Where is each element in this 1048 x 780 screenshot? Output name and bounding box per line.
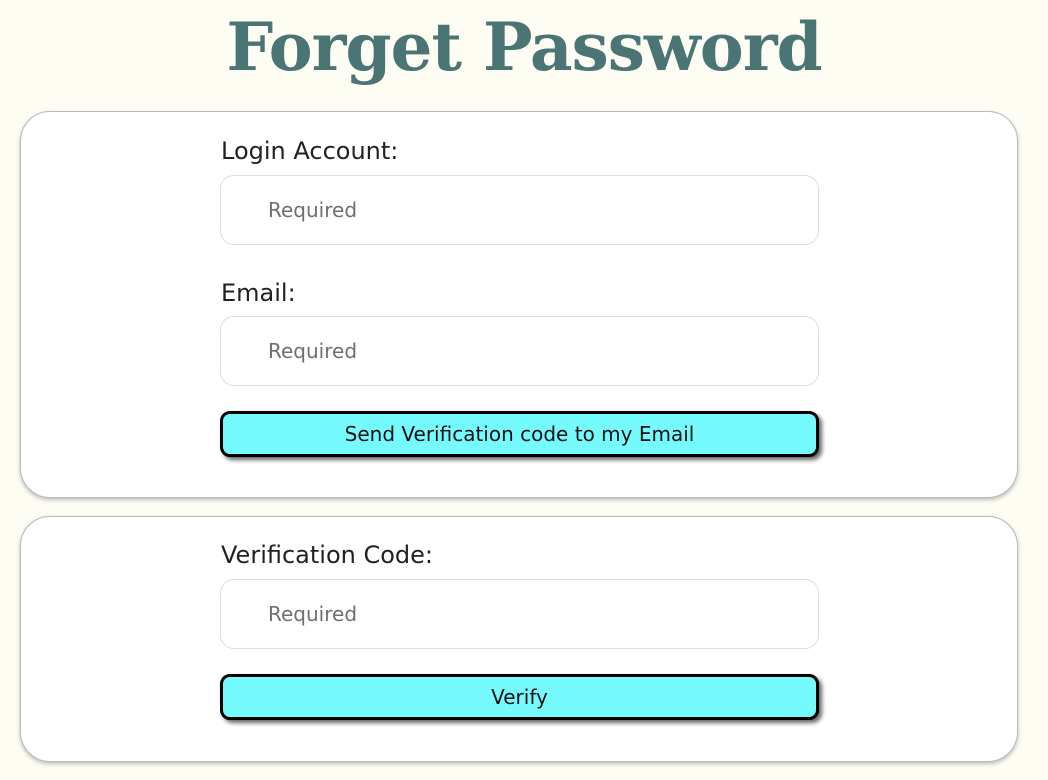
send-verification-code-button[interactable]: Send Verification code to my Email: [220, 411, 819, 457]
verification-code-label: Verification Code:: [221, 541, 434, 569]
email-label: Email:: [221, 279, 296, 307]
verification-code-input[interactable]: [220, 579, 819, 649]
login-account-input[interactable]: [220, 175, 819, 245]
email-input[interactable]: [220, 316, 819, 386]
verify-code-card: Verification Code: Verify: [20, 516, 1018, 762]
request-code-card: Login Account: Email: Send Verification …: [20, 111, 1018, 498]
verify-button[interactable]: Verify: [220, 674, 819, 720]
login-account-label: Login Account:: [221, 137, 399, 165]
page-title: Forget Password: [226, 8, 822, 86]
